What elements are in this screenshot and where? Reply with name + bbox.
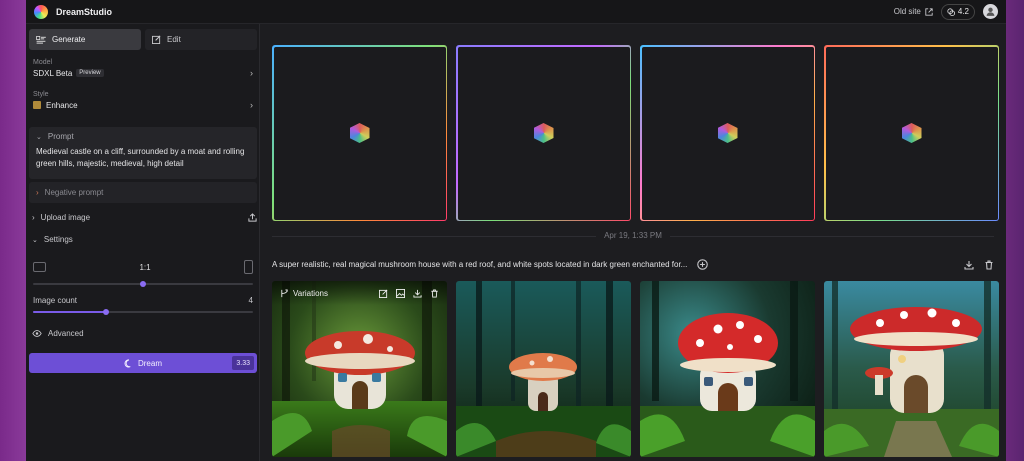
edit-icon[interactable] [379,289,388,298]
prompt-panel[interactable]: ⌄ Prompt Medieval castle on a cliff, sur… [29,127,257,179]
credits-value: 4.2 [957,7,969,16]
gallery: Apr 19, 1:33 PM A super realistic, real … [260,24,1006,461]
image-icon[interactable] [396,288,405,298]
edit-icon [152,35,161,44]
prompt-input[interactable]: Medieval castle on a cliff, surrounded b… [36,146,250,170]
chevron-right-icon: › [250,100,253,110]
upload-image-label: Upload image [40,213,91,222]
old-site-label: Old site [893,7,921,16]
download-icon[interactable] [964,260,974,270]
loading-hexagon-icon [349,123,370,143]
image-count-fill [33,311,106,313]
generated-image[interactable] [456,281,631,457]
dreamstudio-logo-icon[interactable] [34,4,48,19]
batch-header: A super realistic, real magical mushroom… [272,259,994,270]
app-name: DreamStudio [56,6,113,17]
image-count-knob[interactable] [102,309,109,315]
image-count-label: Image count [33,296,78,305]
dream-moon-icon [124,358,131,368]
negative-prompt-label: Negative prompt [44,188,104,197]
image-count-row: Image count 4 [33,296,253,305]
credits-icon [947,7,955,16]
image-count-value: 4 [248,296,253,305]
mushroom-house-image [824,281,999,457]
aspect-ratio-row: 1:1 [33,260,253,274]
dream-button[interactable]: Dream 3.33 [29,353,257,373]
add-circle-icon[interactable] [697,259,709,270]
batch-timestamp: Apr 19, 1:33 PM [260,231,1006,240]
loading-hexagon-icon [717,123,738,143]
mushroom-house-image [272,281,447,457]
user-icon [986,7,995,16]
trash-icon[interactable] [984,259,994,270]
image-count-slider[interactable] [33,309,253,315]
dream-label: Dream [137,358,162,368]
aspect-ratio-track[interactable] [33,281,253,287]
style-selector[interactable]: Style Enhance › [33,91,253,110]
placeholder-image[interactable] [640,45,815,221]
settings-label: Settings [43,235,73,244]
chevron-down-icon: ⌄ [36,133,42,141]
negative-prompt-toggle[interactable]: › Negative prompt [29,182,257,203]
enhance-style-icon [33,101,41,109]
advanced-toggle[interactable]: Advanced [29,329,257,338]
advanced-label: Advanced [48,329,84,338]
trash-icon[interactable] [430,288,439,298]
variations-icon[interactable] [280,288,289,298]
aspect-ratio-knob[interactable] [140,281,146,287]
chevron-right-icon: › [32,213,35,222]
external-link-icon [925,7,933,16]
eye-icon [32,330,42,337]
download-icon[interactable] [413,289,422,298]
mushroom-house-image [456,281,631,457]
generate-icon [36,35,46,44]
placeholder-image[interactable] [824,45,999,221]
batch-prompt[interactable]: A super realistic, real magical mushroom… [272,260,687,269]
mushroom-house-image [640,281,815,457]
loading-hexagon-icon [901,123,922,143]
generated-image[interactable] [824,281,999,457]
model-value: SDXL Beta [33,68,73,78]
tab-edit-label: Edit [167,35,181,44]
model-selector[interactable]: Model SDXL Beta Preview › [33,59,253,78]
sidebar: Generate Edit Model SDXL Beta Preview › … [26,24,260,461]
placeholder-image[interactable] [456,45,631,221]
aspect-ratio-value: 1:1 [139,262,151,272]
portrait-ratio-icon[interactable] [244,260,253,274]
settings-header[interactable]: ⌄ Settings [29,235,257,244]
generated-image[interactable] [640,281,815,457]
chevron-right-icon: › [36,188,39,197]
model-label: Model [33,59,53,66]
top-bar: DreamStudio Old site 4.2 [26,0,1006,24]
style-value: Enhance [46,100,78,110]
tab-generate[interactable]: Generate [29,29,141,50]
preview-badge: Preview [76,69,104,77]
variations-label[interactable]: Variations [293,289,328,298]
tab-generate-label: Generate [52,35,86,44]
chevron-right-icon: › [250,68,253,78]
placeholder-image[interactable] [272,45,447,221]
tab-edit[interactable]: Edit [145,29,257,50]
image-toolbar: Variations [272,281,447,305]
mode-tabs: Generate Edit [29,29,257,50]
old-site-link[interactable]: Old site [894,7,933,16]
chevron-down-icon: ⌄ [32,236,38,244]
prompt-label: Prompt [47,132,74,141]
landscape-ratio-icon[interactable] [33,262,46,272]
prompt-header[interactable]: ⌄ Prompt [36,132,250,141]
generated-image[interactable]: Variations [272,281,447,457]
upload-image-row[interactable]: › Upload image [29,213,257,222]
style-label: Style [33,91,49,98]
loading-hexagon-icon [533,123,554,143]
dream-cost-badge: 3.33 [232,356,254,370]
credits-badge[interactable]: 4.2 [940,3,975,20]
image-count-track[interactable] [33,309,253,315]
app-window: DreamStudio Old site 4.2 Generate Edit M… [26,0,1006,461]
upload-icon [248,213,257,222]
aspect-ratio-slider[interactable] [33,281,253,287]
user-avatar[interactable] [983,4,998,19]
